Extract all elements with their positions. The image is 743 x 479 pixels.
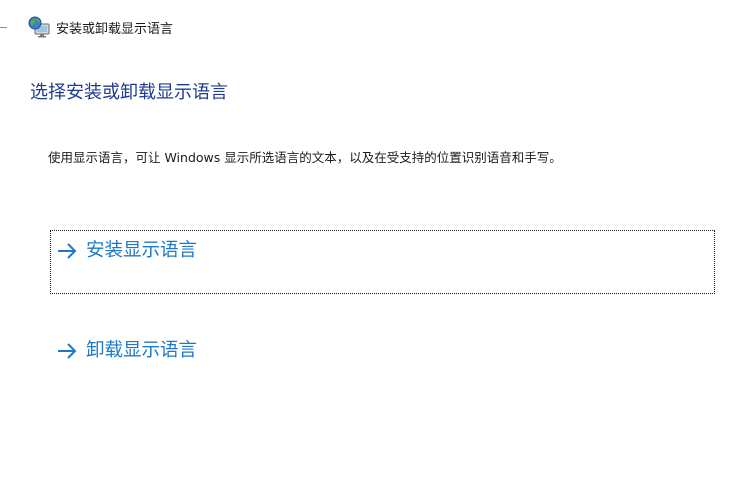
arrow-right-icon bbox=[56, 340, 78, 362]
title-bar: 安装或卸载显示语言 bbox=[28, 15, 173, 39]
page-heading: 选择安装或卸载显示语言 bbox=[30, 82, 228, 103]
install-display-language-link[interactable]: 安装显示语言 bbox=[50, 230, 715, 294]
globe-monitor-icon bbox=[28, 16, 50, 38]
description-text: 使用显示语言，可让 Windows 显示所选语言的文本，以及在受支持的位置识别语… bbox=[48, 150, 562, 165]
window-edge-mark bbox=[0, 27, 7, 28]
uninstall-display-language-label: 卸载显示语言 bbox=[86, 340, 198, 361]
window-title: 安装或卸载显示语言 bbox=[56, 21, 174, 37]
install-display-language-label: 安装显示语言 bbox=[86, 240, 198, 261]
arrow-right-icon bbox=[56, 240, 78, 262]
display-language-wizard: 安装或卸载显示语言 选择安装或卸载显示语言 使用显示语言，可让 Windows … bbox=[0, 0, 743, 479]
uninstall-display-language-link[interactable]: 卸载显示语言 bbox=[50, 330, 715, 394]
